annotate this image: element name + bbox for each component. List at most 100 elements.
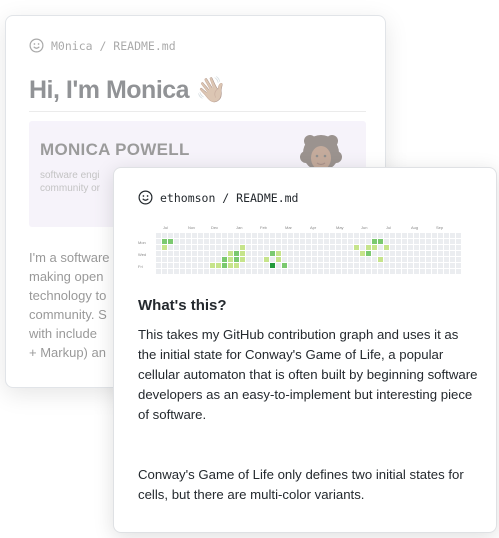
contribution-cell — [234, 233, 239, 238]
contribution-cell — [324, 269, 329, 274]
contribution-cell — [246, 245, 251, 250]
contribution-cell — [198, 257, 203, 262]
contribution-cell — [288, 233, 293, 238]
contribution-cell — [252, 269, 257, 274]
contribution-cell — [426, 245, 431, 250]
contribution-cell — [234, 257, 239, 262]
contribution-cell — [444, 263, 449, 268]
contribution-cell — [216, 251, 221, 256]
contribution-cell — [396, 263, 401, 268]
contribution-cell — [306, 251, 311, 256]
contribution-cell — [222, 257, 227, 262]
contribution-cell — [408, 251, 413, 256]
contribution-cell — [444, 233, 449, 238]
contribution-cell — [348, 245, 353, 250]
contribution-cell — [402, 233, 407, 238]
contribution-cell — [228, 257, 233, 262]
contribution-cell — [282, 245, 287, 250]
contribution-cell — [432, 239, 437, 244]
contribution-cell — [342, 251, 347, 256]
contribution-cell — [300, 257, 305, 262]
contribution-cell — [318, 263, 323, 268]
contribution-cell — [210, 245, 215, 250]
contribution-cell — [294, 263, 299, 268]
contribution-cell — [360, 269, 365, 274]
contribution-cell — [162, 233, 167, 238]
contribution-cell — [432, 233, 437, 238]
contribution-cell — [354, 251, 359, 256]
smiley-icon — [138, 190, 153, 205]
contribution-cell — [270, 251, 275, 256]
contribution-cell — [294, 269, 299, 274]
month-label: Sep — [436, 225, 444, 230]
contribution-cell — [270, 245, 275, 250]
contribution-cell — [342, 245, 347, 250]
contribution-cell — [288, 239, 293, 244]
contribution-cell — [366, 251, 371, 256]
contribution-cell — [192, 245, 197, 250]
contribution-cell — [336, 245, 341, 250]
contribution-cell — [438, 257, 443, 262]
contribution-cell — [450, 257, 455, 262]
contribution-cell — [156, 245, 161, 250]
contribution-cell — [300, 233, 305, 238]
contribution-cell — [318, 251, 323, 256]
contribution-cell — [312, 269, 317, 274]
contribution-cell — [318, 239, 323, 244]
month-label: Dec — [211, 225, 219, 230]
contribution-cell — [198, 269, 203, 274]
contribution-cell — [384, 233, 389, 238]
contribution-cell — [264, 263, 269, 268]
contribution-cell — [294, 245, 299, 250]
contribution-cell — [324, 257, 329, 262]
contribution-cell — [456, 239, 461, 244]
contribution-cell — [276, 233, 281, 238]
contribution-cell — [384, 239, 389, 244]
contribution-cell — [312, 251, 317, 256]
contribution-cell — [162, 269, 167, 274]
contribution-cell — [186, 239, 191, 244]
contribution-cell — [216, 269, 221, 274]
contribution-cell — [240, 239, 245, 244]
contribution-cell — [330, 257, 335, 262]
contribution-cell — [330, 251, 335, 256]
contribution-cell — [258, 257, 263, 262]
contribution-cell — [438, 245, 443, 250]
repo-path[interactable]: ethomson / README.md — [160, 191, 298, 205]
contribution-cell — [270, 269, 275, 274]
contribution-cell — [228, 245, 233, 250]
contribution-cell — [162, 251, 167, 256]
contribution-cell — [336, 257, 341, 262]
ethomson-readme-card[interactable]: ethomson / README.md Jul Nov Dec Jan Feb Mar A… — [113, 167, 497, 533]
contribution-cell — [336, 251, 341, 256]
contribution-cell — [390, 233, 395, 238]
contribution-cell — [198, 263, 203, 268]
contribution-cell — [210, 257, 215, 262]
contribution-cell — [288, 257, 293, 262]
banner-name: MONICA POWELL — [40, 140, 190, 159]
contribution-cell — [312, 245, 317, 250]
contribution-cell — [234, 251, 239, 256]
contribution-cell — [210, 263, 215, 268]
contribution-cell — [384, 257, 389, 262]
contribution-cell — [336, 263, 341, 268]
contribution-cell — [180, 233, 185, 238]
contribution-cell — [372, 257, 377, 262]
contribution-cell — [198, 251, 203, 256]
repo-path[interactable]: M0nica / README.md — [51, 39, 176, 53]
contribution-cell — [348, 257, 353, 262]
contribution-cell — [282, 233, 287, 238]
contribution-cell — [324, 263, 329, 268]
contribution-cell — [168, 257, 173, 262]
contribution-cell — [348, 239, 353, 244]
body-line: community. S — [29, 307, 107, 322]
contribution-cell — [180, 239, 185, 244]
month-label: Aug — [411, 225, 419, 230]
contribution-cell — [252, 233, 257, 238]
contribution-cell — [234, 239, 239, 244]
contribution-cell — [348, 269, 353, 274]
contribution-cell — [240, 257, 245, 262]
graph-month-labels: Jul Nov Dec Jan Feb Mar Apr May Jun Jul Aug Sep — [156, 225, 462, 232]
contribution-cell — [366, 233, 371, 238]
contribution-cell — [450, 245, 455, 250]
